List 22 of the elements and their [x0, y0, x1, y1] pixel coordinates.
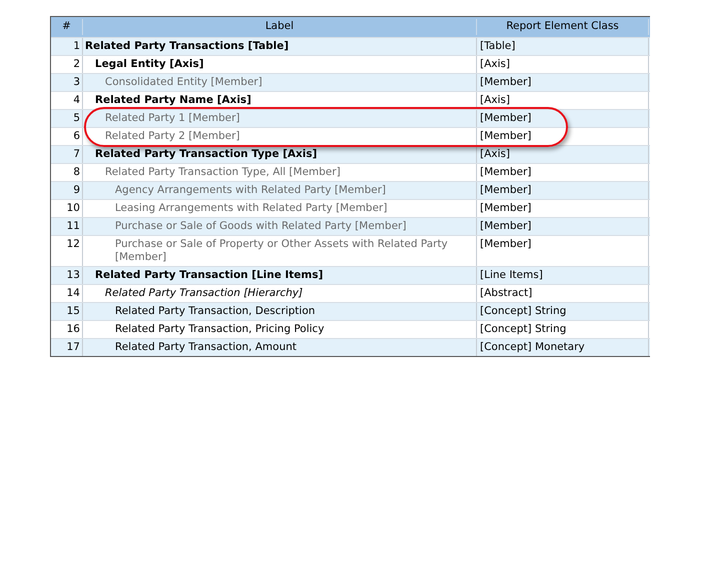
element-label: Related Party Transaction Type [Axis]: [95, 148, 318, 160]
element-label: Related Party 2 [Member]: [105, 130, 240, 142]
column-header: Label: [83, 19, 477, 35]
element-class: [Concept] Monetary: [477, 339, 649, 356]
element-label: Consolidated Entity [Member]: [105, 76, 262, 88]
element-label: Related Party Transaction, Amount: [115, 341, 296, 353]
element-label: Related Party Transaction Type, All [Member]: [105, 166, 340, 178]
element-label: Related Party Transaction [Line Items]: [95, 269, 324, 281]
element-label: Related Party Transaction [Hierarchy]: [105, 287, 303, 299]
element-label: Legal Entity [Axis]: [95, 58, 204, 70]
element-label: Related Party 1 [Member]: [105, 112, 240, 124]
element-label: Related Party Transaction, Pricing Policy: [115, 323, 324, 335]
element-label: Agency Arrangements with Related Party [Member]: [115, 184, 386, 196]
element-label: Purchase or Sale of Goods with Related Party [Member]: [115, 220, 406, 232]
column-header: #: [51, 19, 83, 35]
element-label: Related Party Name [Axis]: [95, 94, 252, 106]
element-label: Related Party Transaction, Description: [115, 305, 316, 317]
element-label: Related Party Transactions [Table]: [85, 40, 289, 52]
element-label: Purchase or Sale of Property or Other Assets with Related Party [Member]: [115, 238, 448, 263]
row-number: 17: [51, 339, 83, 356]
column-header: Report Element Class: [477, 19, 649, 35]
element-label: Leasing Arrangements with Related Party [Member]: [115, 202, 388, 214]
